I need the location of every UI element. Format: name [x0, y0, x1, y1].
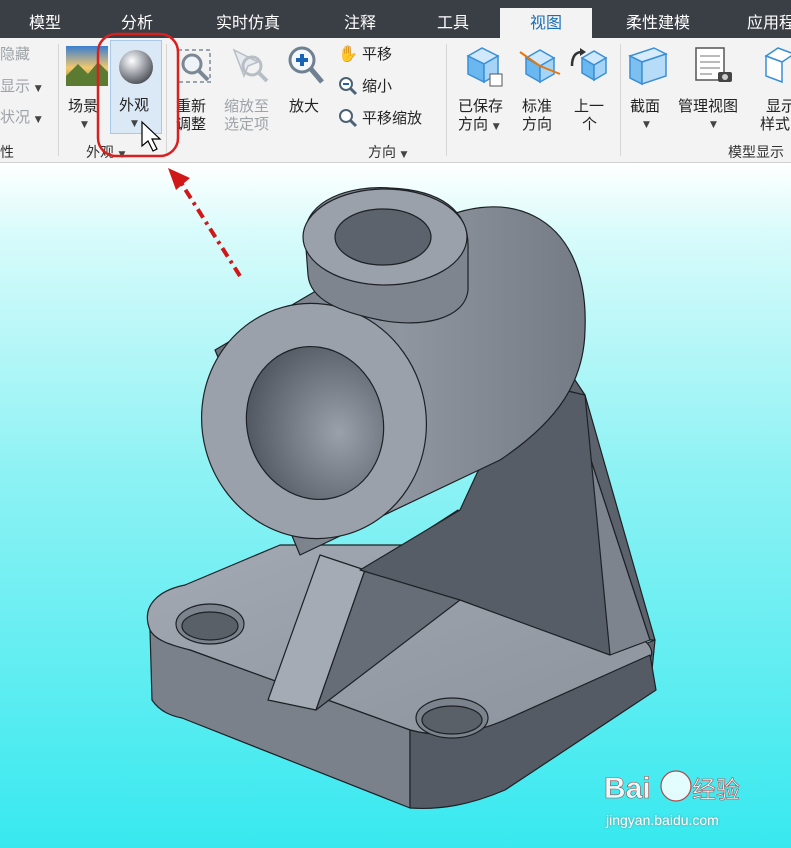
zoom-to-selected-button[interactable]: 缩放至 选定项 — [222, 42, 278, 133]
pan-label: 平移 — [362, 45, 393, 63]
svg-text:经验: 经验 — [692, 777, 740, 804]
saved-orientations-text: 方向 — [458, 115, 489, 133]
tab-view[interactable]: 视图 — [500, 8, 592, 38]
saved-orientations-label-line2: 方向 ▼ — [458, 116, 500, 136]
separator — [58, 44, 59, 156]
zoom-out-label: 缩小 — [362, 77, 393, 95]
tab-tools[interactable]: 工具 — [420, 8, 486, 38]
zoom-selected-label-line1: 缩放至 — [224, 97, 270, 115]
chevron-down-icon: ▼ — [492, 122, 500, 132]
scene-button[interactable]: 场景 ▼ — [64, 42, 108, 132]
chevron-down-icon: ▼ — [81, 120, 88, 130]
saved-orientations-button[interactable]: 已保存 方向 ▼ — [454, 42, 514, 133]
zoom-out-icon — [339, 77, 358, 96]
baidu-watermark: Bai 经验 jingyan.baidu.com — [604, 766, 791, 836]
chevron-down-icon: ▼ — [400, 150, 408, 160]
display-style-label-line2: 样式 — [760, 115, 791, 133]
display-style-label-line1: 显示 — [766, 97, 791, 115]
chevron-down-icon: ▼ — [131, 119, 138, 129]
zoom-in-icon — [288, 46, 324, 84]
previous-orientation-icon — [570, 48, 608, 82]
hide-button[interactable]: 隐藏 — [0, 46, 30, 63]
watermark-url: jingyan.baidu.com — [606, 812, 719, 828]
svg-text:Bai: Bai — [604, 772, 651, 805]
standard-orientation-label-line1: 标准 — [522, 97, 553, 115]
zoom-in-button[interactable]: 放大 — [284, 42, 328, 132]
appearance-button[interactable]: 外观 ▼ — [110, 40, 162, 134]
manage-views-label: 管理视图 — [678, 97, 739, 115]
previous-orientation-button[interactable]: 上一 个 — [568, 42, 614, 133]
separator — [166, 44, 167, 156]
manage-views-icon — [695, 47, 732, 82]
chevron-down-icon: ▼ — [34, 84, 42, 94]
refit-icon — [177, 49, 211, 83]
graphics-viewport[interactable] — [0, 163, 791, 848]
appearance-group-label: 外观 — [86, 145, 114, 161]
group-label-orientation: 方向 ▼ — [368, 142, 407, 162]
zoom-selected-icon — [232, 48, 269, 83]
ribbon-tab-bar: 模型 分析 实时仿真 注释 工具 视图 柔性建模 应用程 — [0, 0, 791, 38]
group-label-visibility: 性 — [0, 145, 14, 161]
appearance-label: 外观 — [119, 96, 150, 114]
section-label: 截面 — [630, 97, 661, 115]
show-label: 显示 — [0, 77, 31, 95]
refit-label-line1: 重新 — [176, 97, 207, 115]
tab-realtime-sim[interactable]: 实时仿真 — [198, 8, 298, 38]
zoom-selected-label-line2: 选定项 — [224, 115, 270, 133]
standard-orientation-icon — [519, 49, 561, 84]
standard-orientation-label-line2: 方向 — [522, 115, 553, 133]
chevron-down-icon: ▼ — [34, 115, 42, 125]
saved-orientations-label-line1: 已保存 — [458, 97, 504, 115]
saved-orientations-icon — [466, 47, 503, 87]
tab-annotate[interactable]: 注释 — [324, 8, 396, 38]
chevron-down-icon: ▼ — [643, 120, 650, 130]
scene-label: 场景 — [68, 97, 99, 115]
scene-icon — [66, 46, 108, 86]
group-label-model-display: 模型显示 — [728, 145, 784, 161]
section-button[interactable]: 截面 ▼ — [626, 42, 672, 132]
chevron-down-icon: ▼ — [710, 120, 717, 130]
refit-label-line2: 调整 — [176, 115, 207, 133]
tab-applications[interactable]: 应用程 — [736, 8, 791, 38]
section-icon — [628, 47, 668, 86]
separator — [620, 44, 621, 156]
baidu-logo-icon: Bai 经验 — [604, 770, 740, 805]
refit-button[interactable]: 重新 调整 — [172, 42, 216, 133]
orientation-group-label: 方向 — [368, 145, 396, 161]
standard-orientation-button[interactable]: 标准 方向 — [518, 42, 564, 133]
display-style-icon — [764, 47, 791, 84]
status-button[interactable]: 状况 ▼ — [0, 109, 42, 129]
zoom-out-button[interactable]: 缩小 — [336, 76, 416, 98]
tab-analysis[interactable]: 分析 — [104, 8, 170, 38]
sphere-icon — [119, 50, 153, 84]
display-style-button[interactable]: 显示 样式 — [758, 42, 791, 133]
group-label-appearance: 外观 ▼ — [86, 142, 125, 162]
pan-zoom-label: 平移缩放 — [362, 109, 423, 127]
ribbon-panel: 隐藏 显示 ▼ 状况 ▼ 性 场景 ▼ 外观 ▼ 外观 ▼ 重新 调整 缩放至 … — [0, 38, 791, 163]
tab-flexible-modeling[interactable]: 柔性建模 — [608, 8, 708, 38]
manage-views-button[interactable]: 管理视图 ▼ — [676, 42, 754, 132]
status-label: 状况 — [0, 108, 31, 126]
previous-orientation-label-line1: 上一 — [574, 97, 605, 115]
zoom-in-label: 放大 — [289, 97, 320, 115]
chevron-down-icon: ▼ — [118, 150, 126, 160]
pan-zoom-button[interactable]: 平移缩放 — [336, 108, 436, 130]
pan-zoom-icon — [339, 109, 358, 128]
tab-model[interactable]: 模型 — [12, 8, 78, 38]
bracket-model-render[interactable] — [0, 163, 791, 848]
hand-icon: ✋ — [338, 44, 358, 63]
separator — [446, 44, 447, 156]
show-button[interactable]: 显示 ▼ — [0, 78, 42, 98]
pan-button[interactable]: ✋ 平移 — [336, 44, 416, 66]
previous-orientation-label-line2: 个 — [582, 115, 598, 133]
